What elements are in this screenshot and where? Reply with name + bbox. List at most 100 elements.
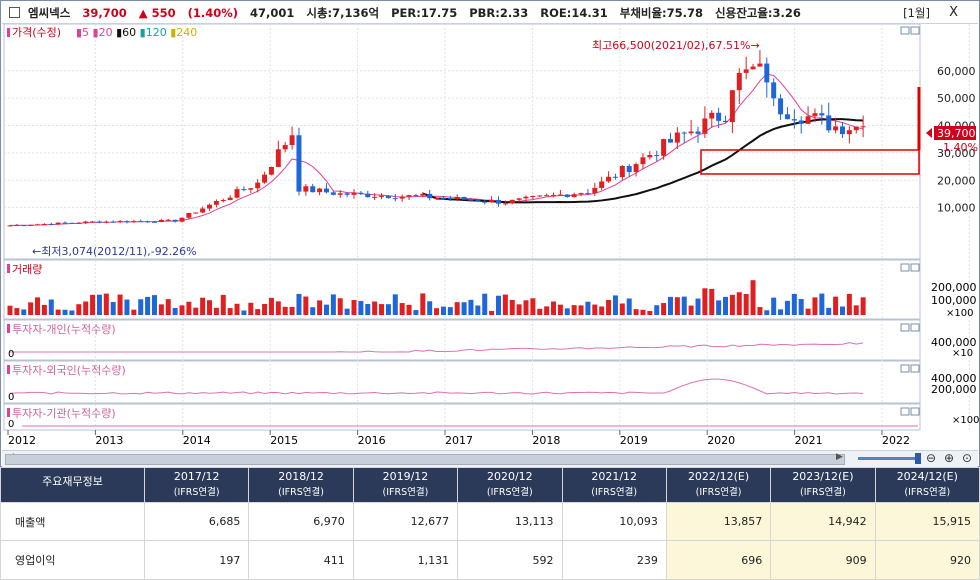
- volume-bar: [434, 308, 440, 315]
- candle-body: [262, 174, 268, 183]
- table-cell: 12,677: [352, 502, 459, 541]
- year-label: 2018/12: [278, 470, 324, 483]
- stock-chart[interactable]: 가격(수정) ▮5 ▮20 ▮60 ▮120 ▮240 최고66,500(202…: [2, 24, 980, 450]
- candle-body: [200, 208, 206, 213]
- chart-window: 엠씨넥스 39,700 ▲ 550 (1.40%) 47,001 시총:7,13…: [0, 0, 980, 467]
- candle-body: [427, 193, 433, 199]
- volume-bar: [351, 300, 357, 315]
- volume-bar: [447, 307, 453, 315]
- ifrs-label: (IFRS연결): [800, 487, 846, 498]
- candle-body: [268, 166, 274, 175]
- candle-body: [21, 225, 27, 227]
- candle-body: [537, 195, 543, 197]
- close-panel-icon: [910, 407, 920, 416]
- zoom-in-icon[interactable]: ⊕: [944, 451, 954, 465]
- volume-bar: [833, 296, 839, 315]
- zoom-slider-thumb[interactable]: [915, 453, 921, 464]
- individual-title: 투자자-개인(누적수량): [12, 323, 116, 336]
- volume-bar: [516, 304, 522, 315]
- volume-bar: [716, 300, 722, 315]
- year-label: 2021/12: [591, 470, 638, 483]
- candle-body: [447, 198, 453, 200]
- volume-bar: [248, 302, 254, 315]
- volume-bar: [337, 298, 343, 315]
- volume-bar: [578, 305, 584, 315]
- volume-bar: [619, 303, 625, 315]
- volume-bar: [303, 296, 309, 315]
- volume-bar: [358, 300, 364, 315]
- zoom-slider-track[interactable]: [858, 457, 920, 460]
- chart-scrollbar[interactable]: [5, 454, 845, 465]
- table-cell: 6,970: [248, 502, 354, 541]
- volume-bar: [103, 293, 109, 315]
- zoom-out-icon[interactable]: ⊖: [926, 451, 936, 465]
- volume-bar: [330, 294, 336, 315]
- candle-body: [165, 219, 171, 221]
- candle-body: [399, 196, 405, 199]
- table-cell: 920: [874, 540, 980, 580]
- ma-legend-5: ▮5: [76, 26, 89, 39]
- volume-bar: [365, 303, 371, 315]
- candle-body: [151, 221, 157, 223]
- checkbox-icon[interactable]: [9, 7, 20, 18]
- candle-body: [839, 126, 845, 135]
- candle-body: [516, 198, 522, 200]
- candle-body: [69, 222, 75, 224]
- table-cell: 592: [457, 540, 563, 580]
- close-icon[interactable]: X: [949, 5, 958, 20]
- volume-bar: [674, 297, 680, 315]
- year-label: 2017/12: [173, 470, 220, 483]
- candle-body: [365, 193, 371, 198]
- candle-body: [282, 145, 288, 150]
- table-cell: 909: [770, 540, 876, 580]
- stock-info-bar: 엠씨넥스 39,700 ▲ 550 (1.40%) 47,001 시총:7,13…: [2, 2, 978, 24]
- volume-bar: [640, 309, 646, 315]
- close-panel-icon: [910, 364, 920, 373]
- volume-bar: [296, 293, 302, 315]
- volume-bar: [475, 305, 481, 315]
- candle-body: [482, 201, 488, 203]
- ifrs-label: (IFRS연결): [904, 487, 951, 498]
- volume-bar: [399, 303, 405, 315]
- volume-bar: [661, 303, 667, 315]
- current-price-tag: 39,700: [937, 127, 976, 140]
- scroll-right-icon[interactable]: ▶: [836, 452, 843, 462]
- candle-body: [853, 126, 859, 131]
- table-cell: 1,131: [352, 540, 459, 580]
- year-col-2017: 2017/12 (IFRS연결): [143, 467, 250, 503]
- volume-bar: [599, 306, 605, 315]
- volume-bar: [96, 294, 102, 315]
- stock-change-pct: (1.40%): [187, 5, 238, 20]
- candle-body: [667, 139, 673, 143]
- candle-body: [633, 164, 639, 172]
- zoom-fit-icon[interactable]: ⊙: [962, 451, 972, 465]
- volume-bar: [633, 309, 639, 315]
- candle-body: [234, 189, 240, 198]
- volume-bar: [158, 304, 164, 315]
- credit-ratio: 신용잔고율:3.26: [715, 5, 801, 20]
- x-axis-label: 2015: [270, 434, 298, 447]
- ma-legend-120: ▮120: [136, 26, 167, 39]
- volume-bar: [557, 304, 563, 315]
- period-selector[interactable]: [1월]: [903, 5, 930, 21]
- table-cell: 14,942: [770, 502, 876, 541]
- table-cell: 239: [561, 540, 667, 580]
- x-axis-label: 2021: [795, 434, 823, 447]
- volume-bar: [826, 307, 832, 315]
- volume-bar: [193, 307, 199, 315]
- ifrs-label: (IFRS연결): [591, 487, 638, 498]
- volume-bar: [468, 299, 474, 315]
- x-axis: 2012 2013 2014 2015 2016 2017 2018 2019 2020 2021…: [7, 430, 910, 447]
- table-cell: 696: [665, 540, 772, 580]
- foreign-panel: [3, 360, 921, 404]
- volume-bar: [489, 310, 495, 315]
- volume-bar: [379, 304, 385, 315]
- price-marker-icon: [926, 128, 932, 138]
- volume-bar: [791, 293, 797, 315]
- candle-body: [90, 221, 96, 223]
- volume-bar: [585, 301, 591, 315]
- legend-swatch-price: [7, 28, 10, 37]
- financial-table: 주요재무정보 2017/12 (IFRS연결) 2018/12 (IFRS연결) 2…: [0, 467, 980, 580]
- year-label: 2020/12: [486, 470, 533, 483]
- candle-body: [241, 189, 247, 191]
